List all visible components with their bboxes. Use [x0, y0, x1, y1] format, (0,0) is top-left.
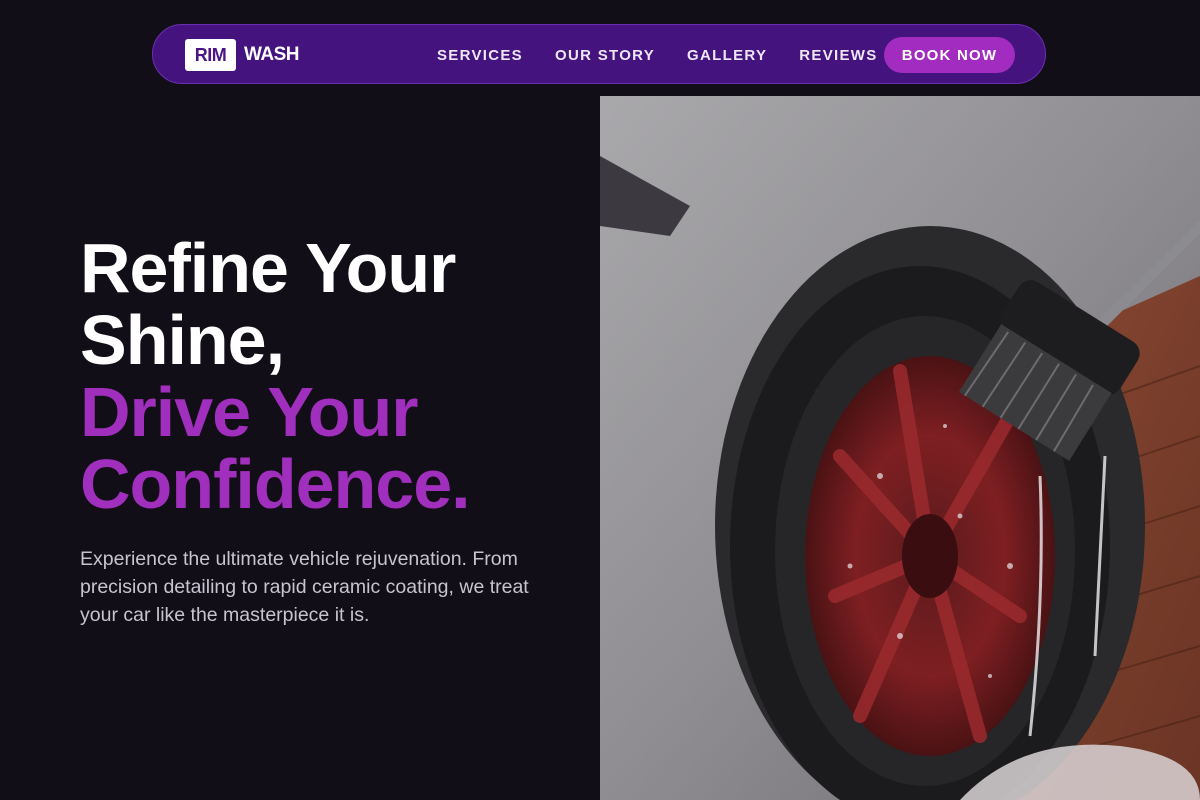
hero-headline: Refine Your Shine, Drive Your Confidence… [80, 229, 471, 523]
car-wheel-wash-illustration [600, 96, 1200, 800]
headline-line-2: Shine, [80, 301, 285, 379]
brand-logo[interactable]: RIM WASH [185, 39, 300, 71]
nav-link-reviews[interactable]: REVIEWS [799, 47, 877, 64]
page: RIM WASH SERVICES OUR STORY GALLERY REVI… [0, 0, 1200, 800]
nav-link-gallery[interactable]: GALLERY [687, 47, 767, 64]
headline-line-1: Refine Your [80, 229, 456, 307]
headline-line-3: Drive Your [80, 373, 419, 451]
hero-image [600, 96, 1200, 800]
headline-line-4: Confidence. [80, 445, 471, 523]
nav-links: SERVICES OUR STORY GALLERY REVIEWS [437, 25, 910, 85]
book-now-button[interactable]: BOOK NOW [884, 37, 1015, 73]
logo-box: RIM [185, 39, 236, 71]
logo-word: WASH [244, 44, 300, 65]
nav-link-services[interactable]: SERVICES [437, 47, 523, 64]
hero-subtext: Experience the ultimate vehicle rejuvena… [80, 548, 529, 626]
top-navbar: RIM WASH SERVICES OUR STORY GALLERY REVI… [152, 24, 1046, 84]
nav-link-our-story[interactable]: OUR STORY [555, 47, 655, 64]
